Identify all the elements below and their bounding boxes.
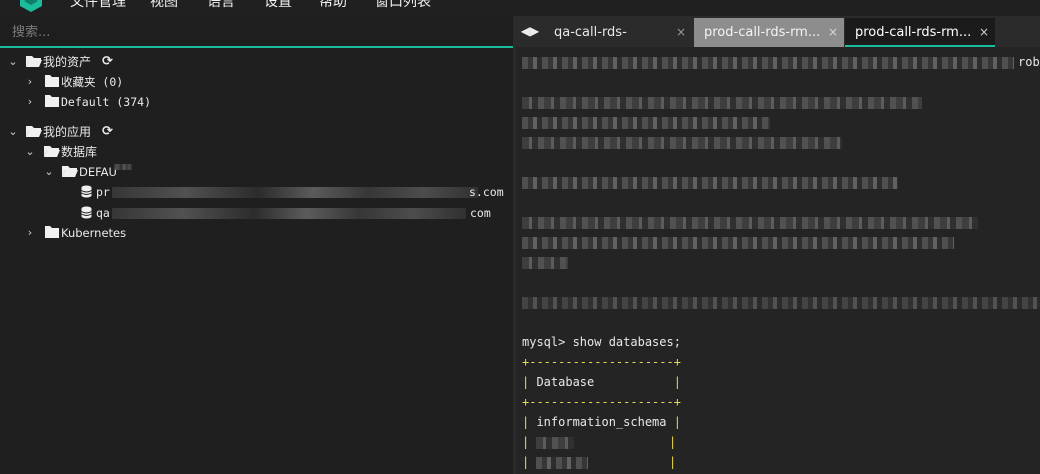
search-bar — [0, 16, 513, 48]
table-border: +--------------------+ — [522, 395, 681, 409]
redacted-text — [536, 437, 574, 449]
chevron-down-icon[interactable]: ⌄ — [25, 142, 35, 162]
tab-prod-call-rds-2[interactable]: prod-call-rds-rm... × — [845, 18, 995, 47]
chevron-down-icon[interactable]: ⌄ — [8, 52, 18, 72]
redacted-text — [522, 297, 1040, 309]
menu-view[interactable]: 视图 — [150, 0, 178, 10]
tree-node-default-group[interactable]: ⌄ DEFAU — [0, 162, 300, 182]
tree-label-kubernetes: Kubernetes — [61, 226, 127, 240]
tree-node-kubernetes[interactable]: › Kubernetes — [0, 223, 300, 243]
table-border: | — [522, 415, 537, 429]
folder-open-icon — [44, 146, 60, 157]
menu-help[interactable]: 帮助 — [319, 0, 347, 10]
table-border: | — [666, 415, 681, 429]
chevron-right-icon[interactable]: › — [25, 92, 35, 112]
database-icon — [81, 185, 92, 198]
database-icon — [81, 206, 92, 219]
tab-label: qa-call-rds- — [554, 25, 627, 40]
tree-node-my-apps[interactable]: ⌄ 我的应用 ⟳ — [0, 122, 300, 142]
arrow-right-icon[interactable]: ▶ — [530, 24, 539, 38]
redacted-text — [522, 217, 978, 229]
tree-leaf-db-prod[interactable]: pr s.com — [0, 182, 513, 202]
redacted-text — [536, 457, 588, 469]
chevron-right-icon[interactable]: › — [25, 72, 35, 92]
folder-open-icon — [26, 56, 42, 67]
terminal-prompt: mysql> show databases; — [522, 335, 681, 349]
menu-window-list[interactable]: 窗口列表 — [375, 0, 431, 10]
menu-language[interactable]: 语言 — [207, 0, 235, 10]
chevron-right-icon[interactable]: › — [25, 223, 35, 243]
tree-label-default-group: DEFAU — [79, 165, 117, 179]
tree-node-my-assets[interactable]: ⌄ 我的资产 ⟳ — [0, 52, 300, 72]
tab-label: prod-call-rds-rm... — [704, 25, 821, 40]
asset-sidebar: ⌄ 我的资产 ⟳ › 收藏夹 (0) › Default (374) ⌄ 我的应… — [0, 16, 513, 474]
table-row: | information_schema | — [522, 415, 681, 429]
terminal-output[interactable]: rob mysql> show databases; +------------… — [516, 47, 1040, 474]
redacted-text — [112, 187, 478, 198]
folder-icon — [45, 95, 59, 107]
redacted-text — [522, 57, 1014, 69]
table-border: | — [522, 455, 530, 469]
arrow-left-icon[interactable]: ◀ — [521, 24, 530, 38]
redacted-text — [114, 164, 132, 170]
menu-settings[interactable]: 设置 — [264, 0, 292, 10]
tree-label-my-apps: 我的应用 — [43, 125, 92, 139]
search-input[interactable] — [10, 20, 494, 44]
table-border: +--------------------+ — [522, 355, 681, 369]
tree-label-favorites: 收藏夹 (0) — [61, 75, 124, 89]
tab-label: prod-call-rds-rm... — [855, 25, 972, 40]
folder-icon — [45, 75, 59, 87]
chevron-down-icon[interactable]: ⌄ — [8, 122, 18, 142]
redacted-text — [112, 208, 466, 219]
refresh-icon[interactable]: ⟳ — [102, 52, 113, 72]
table-border: | — [594, 375, 681, 389]
table-border: | — [669, 435, 677, 449]
db-item-suffix: s.com — [469, 185, 504, 199]
db-item-prefix: qa — [96, 206, 110, 220]
close-icon[interactable]: × — [979, 18, 989, 47]
redacted-text — [522, 237, 954, 249]
table-border: | — [522, 375, 537, 389]
tree-label-default: Default (374) — [61, 95, 152, 109]
redacted-text — [522, 137, 842, 149]
menu-bar: 文件管理 视图 语言 设置 帮助 窗口列表 — [0, 0, 1040, 16]
tab-qa-call-rds[interactable]: qa-call-rds- × — [544, 18, 692, 47]
tree-node-default[interactable]: › Default (374) — [0, 92, 300, 112]
tree-node-database[interactable]: ⌄ 数据库 — [0, 142, 300, 162]
redacted-text — [522, 257, 568, 269]
tree-label-my-assets: 我的资产 — [43, 55, 92, 69]
table-header-row: | Database | — [522, 375, 681, 389]
redacted-text — [522, 97, 922, 109]
chevron-down-icon[interactable]: ⌄ — [44, 162, 54, 182]
close-icon[interactable]: × — [676, 18, 686, 47]
redacted-text — [522, 117, 770, 129]
folder-open-icon — [26, 126, 42, 137]
terminal-panel: ◀▶ qa-call-rds- × prod-call-rds-rm... × … — [516, 16, 1040, 474]
tab-scroll-buttons: ◀▶ — [516, 16, 544, 47]
tree-label-database: 数据库 — [61, 145, 98, 159]
folder-open-icon — [62, 166, 78, 177]
table-header-cell: Database — [536, 375, 595, 389]
close-icon[interactable]: × — [828, 18, 838, 47]
tree-leaf-db-qa[interactable]: qa com — [0, 203, 513, 223]
refresh-icon[interactable]: ⟳ — [102, 122, 113, 142]
tree-node-favorites[interactable]: › 收藏夹 (0) — [0, 72, 300, 92]
table-border: | — [522, 435, 530, 449]
table-cell: information_schema — [536, 415, 667, 429]
redacted-text — [522, 177, 898, 189]
tab-bar: ◀▶ qa-call-rds- × prod-call-rds-rm... × … — [516, 16, 1040, 47]
menu-file[interactable]: 文件管理 — [70, 0, 126, 10]
terminal-text: rob — [1018, 55, 1040, 69]
db-item-prefix: pr — [96, 185, 110, 199]
tab-prod-call-rds-1[interactable]: prod-call-rds-rm... × — [694, 18, 844, 47]
app-logo-icon — [20, 0, 42, 12]
folder-icon — [45, 226, 59, 238]
table-border: | — [669, 455, 677, 469]
db-item-suffix: com — [470, 206, 491, 220]
